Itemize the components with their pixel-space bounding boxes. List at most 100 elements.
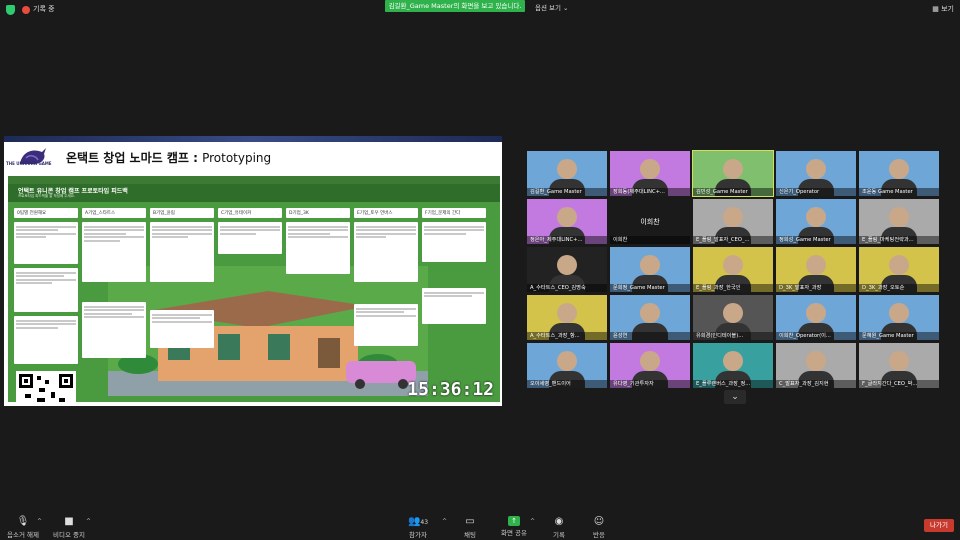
- board-card[interactable]: [422, 288, 486, 324]
- participant-tile[interactable]: E_플링_발표자_CEO_...: [693, 199, 773, 244]
- board-column-header: 0팀별 전원해요: [14, 208, 78, 218]
- participant-name: 유다영_기관투자자: [610, 380, 690, 388]
- participant-tile[interactable]: 김길환_Game Master: [527, 151, 607, 196]
- board-header: 언택트 유니콘 창업 캠프 프로토타입 피드백 프로토타입 피드백을 잘 작성해…: [8, 184, 500, 202]
- participant-name: E_플링_과장_한국인: [693, 284, 773, 292]
- countdown-timer: 15:36:12: [407, 379, 494, 400]
- chevron-down-icon[interactable]: ⌄: [724, 390, 746, 404]
- participant-tile[interactable]: D_3K_과장_오토순: [859, 247, 939, 292]
- board-column-header: B기업_윤림: [150, 208, 214, 218]
- share-screen-button[interactable]: ↑ 화면 공유: [500, 516, 528, 537]
- participant-avatar: [640, 159, 660, 179]
- participant-tile[interactable]: 오이세영_밴드이어: [527, 343, 607, 388]
- board-card[interactable]: [14, 268, 78, 312]
- participant-tile[interactable]: F_글라지간다_CEO_박...: [859, 343, 939, 388]
- participant-name: 조윤동 Game Master: [859, 188, 939, 196]
- participant-avatar: [806, 351, 826, 371]
- participant-avatar: [557, 207, 577, 227]
- participant-tile[interactable]: E_플링_과장_한국인: [693, 247, 773, 292]
- participant-avatar: [640, 303, 660, 323]
- participant-tile[interactable]: 이희찬_Operator(이...: [776, 295, 856, 340]
- board-column-header: D기업_3K: [286, 208, 350, 218]
- participant-tile[interactable]: 문혜원_Game Master: [859, 295, 939, 340]
- participant-tile[interactable]: 유희경(인디테이블)...: [693, 295, 773, 340]
- board-card[interactable]: [422, 222, 486, 262]
- participant-name: E_플링_마케팅전략과...: [859, 236, 939, 244]
- participant-name: 이희찬: [610, 236, 690, 244]
- security-shield-icon[interactable]: [6, 5, 15, 15]
- record-button[interactable]: ◉ 기록: [548, 516, 570, 539]
- participant-avatar: [723, 159, 743, 179]
- board-card[interactable]: [218, 222, 282, 254]
- participant-tile[interactable]: 김민성_Game Master: [692, 150, 774, 197]
- participant-tile[interactable]: E_플루랜버스_과장_정...: [693, 343, 773, 388]
- chat-button[interactable]: ▭ 채팅: [458, 516, 482, 539]
- screen-share-banner: 김길환_Game Master의 화면을 보고 있습니다.: [385, 0, 525, 12]
- participant-avatar: [557, 303, 577, 323]
- leave-meeting-button[interactable]: 나가기: [924, 519, 954, 532]
- participant-tile[interactable]: 이희찬 이희찬: [610, 199, 690, 244]
- participant-name: 김길환_Game Master: [527, 188, 607, 196]
- participant-tile[interactable]: 정희성_Game Master: [776, 199, 856, 244]
- participant-name: E_플링_발표자_CEO_...: [693, 236, 773, 244]
- board-card[interactable]: [150, 222, 214, 282]
- participant-name: E_플루랜버스_과장_정...: [693, 380, 773, 388]
- video-camera-icon: ■: [64, 516, 74, 527]
- view-options-button[interactable]: 옵션 보기 ⌄: [535, 2, 569, 12]
- board-card[interactable]: [82, 302, 146, 358]
- stop-video-button[interactable]: ■ 비디오 중지: [52, 516, 86, 539]
- meeting-toolbar: 🎙 음소거 해제 ^ ■ 비디오 중지 ^ 👥43 참가자 ^ ▭ 채팅 ↑ 화…: [0, 512, 960, 540]
- participant-tile[interactable]: 윤성연: [610, 295, 690, 340]
- participant-avatar: [723, 207, 743, 227]
- participant-name: 오이세영_밴드이어: [527, 380, 607, 388]
- board-card[interactable]: [150, 310, 214, 348]
- participant-tile[interactable]: 장희동(제주대LINC+...: [610, 151, 690, 196]
- board-column-header: C기업_유테이커: [218, 208, 282, 218]
- shared-screen: THE UNICORN GAME 온택트 창업 노마드 캠프 : Prototy…: [4, 136, 502, 406]
- participant-avatar: [640, 255, 660, 275]
- reactions-button[interactable]: ☺ 반응: [588, 516, 610, 539]
- participant-tile[interactable]: 신은기_Operator: [776, 151, 856, 196]
- participant-avatar: [640, 351, 660, 371]
- board-card[interactable]: [286, 222, 350, 274]
- board-card[interactable]: [354, 304, 418, 346]
- participant-avatar: [557, 351, 577, 371]
- participant-tile[interactable]: A_수타트스_과장_항...: [527, 295, 607, 340]
- chevron-up-icon[interactable]: ^: [86, 518, 91, 525]
- participant-name: 윤성연: [610, 332, 690, 340]
- unmute-button[interactable]: 🎙 음소거 해제: [6, 516, 40, 539]
- participant-name: 장희동(제주대LINC+...: [610, 188, 690, 196]
- participant-tile[interactable]: C_발표자_과장_김지현: [776, 343, 856, 388]
- chevron-up-icon[interactable]: ^: [37, 518, 42, 525]
- participant-center-name: 이희찬: [640, 218, 660, 226]
- participant-tile[interactable]: 조윤동 Game Master: [859, 151, 939, 196]
- board-column-header: E기업_토우 언버스: [354, 208, 418, 218]
- participant-name: 이희찬_Operator(이...: [776, 332, 856, 340]
- view-button[interactable]: ▦ 보기: [932, 4, 954, 14]
- microphone-muted-icon: 🎙: [16, 516, 30, 527]
- participant-tile[interactable]: 정은아_제주대LINC+...: [527, 199, 607, 244]
- chevron-up-icon[interactable]: ^: [442, 518, 447, 525]
- participant-name: A_수타트스_CEO_김명숙: [527, 284, 607, 292]
- logo-text: THE UNICORN GAME: [6, 161, 52, 166]
- top-bar: 기록 중 김길환_Game Master의 화면을 보고 있습니다. 옵션 보기…: [0, 0, 960, 20]
- board-card[interactable]: [82, 222, 146, 282]
- participant-tile[interactable]: A_수타트스_CEO_김명숙: [527, 247, 607, 292]
- board-card[interactable]: [14, 316, 78, 364]
- chevron-up-icon[interactable]: ^: [530, 518, 535, 525]
- participant-avatar: [723, 351, 743, 371]
- board-card[interactable]: [354, 222, 418, 282]
- share-screen-icon: ↑: [508, 516, 520, 526]
- participants-button[interactable]: 👥43 참가자: [406, 516, 430, 539]
- participant-name: C_발표자_과장_김지현: [776, 380, 856, 388]
- participant-name: 유희경(인디테이블)...: [693, 332, 773, 340]
- participant-tile[interactable]: D_3K_발표자_과장: [776, 247, 856, 292]
- board-subtitle: 프로토타입 피드백을 잘 작성해 주세요.: [18, 194, 76, 198]
- participant-tile[interactable]: 문희정_Game Master: [610, 247, 690, 292]
- participant-tile[interactable]: E_플링_마케팅전략과...: [859, 199, 939, 244]
- participant-avatar: [806, 303, 826, 323]
- record-icon: ◉: [554, 516, 564, 527]
- participant-tile[interactable]: 유다영_기관투자자: [610, 343, 690, 388]
- board-column-header: A기업_스타트스: [82, 208, 146, 218]
- board-card[interactable]: [14, 222, 78, 264]
